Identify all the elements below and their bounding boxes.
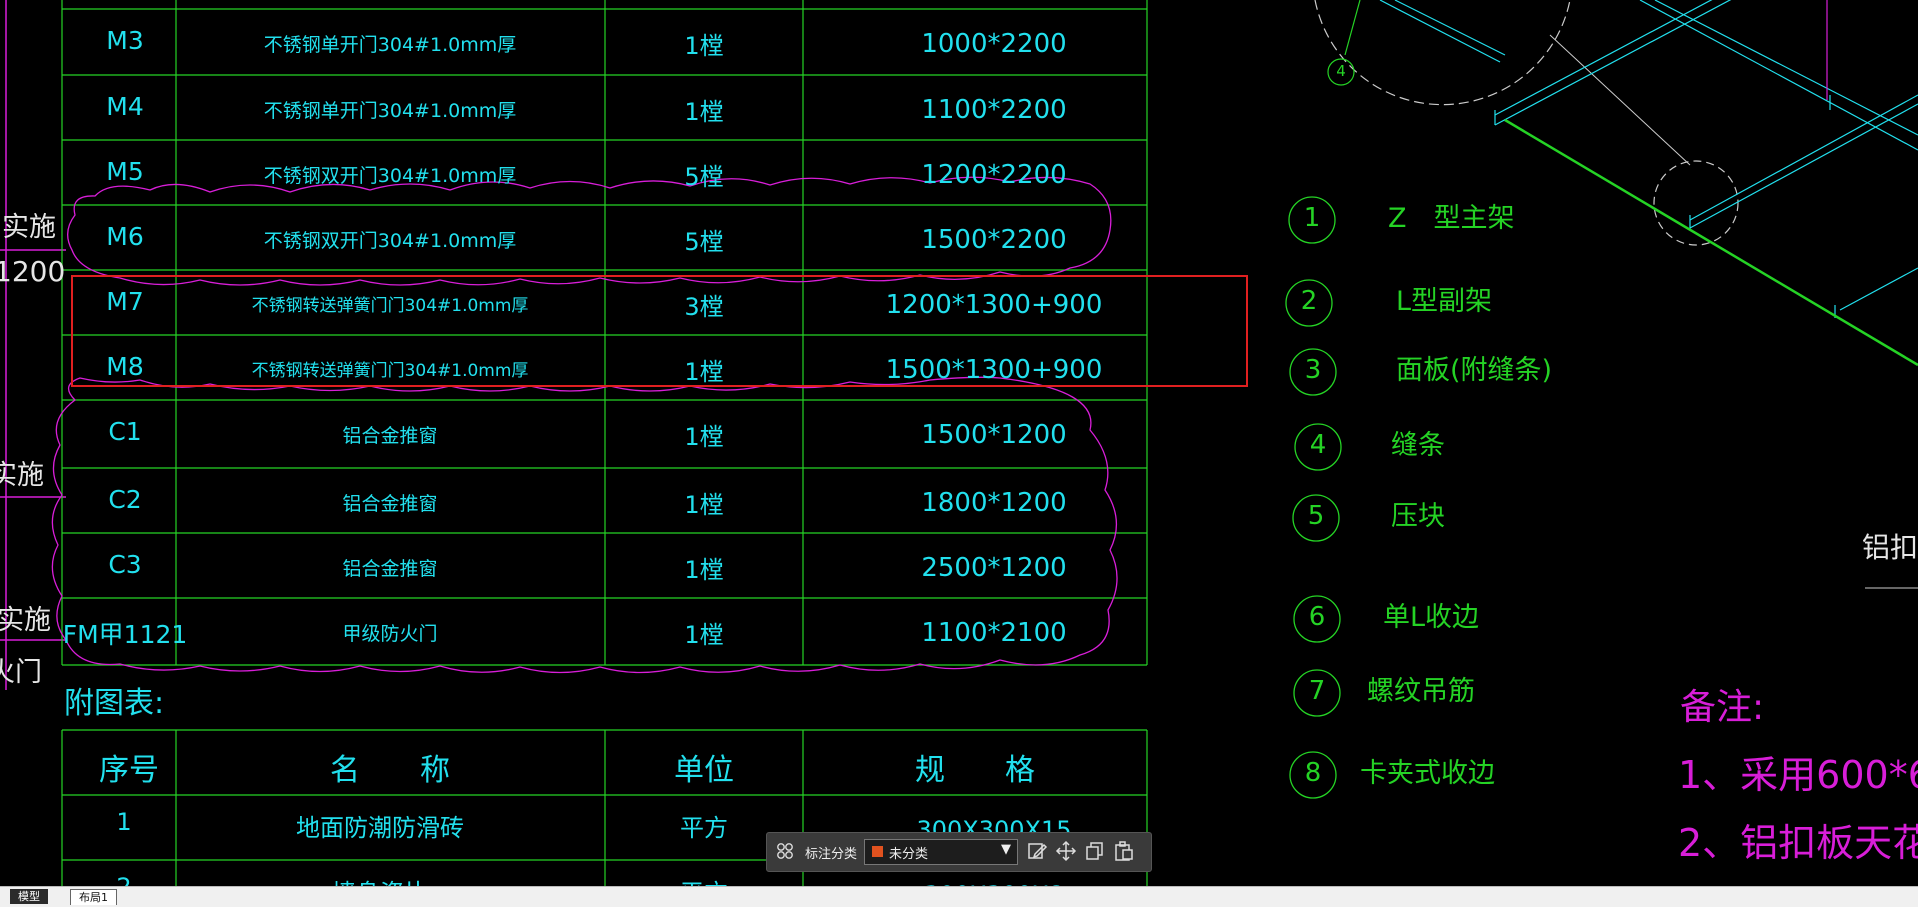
door-name: 不锈钢转送弹簧门门304#1.0mm厚: [251, 360, 529, 381]
notes-line-1: 1、采用600*6: [1678, 753, 1918, 797]
paste-icon[interactable]: [1113, 840, 1135, 862]
door-qty: 1樘: [684, 357, 724, 386]
door-qty: 1樘: [684, 490, 724, 519]
door-code: M6: [106, 221, 144, 251]
door-size: 1500*1300+900: [885, 354, 1103, 385]
annotation-category-label: 标注分类: [805, 847, 858, 862]
legend-number: 4: [1309, 430, 1327, 460]
edit-icon[interactable]: [1026, 840, 1048, 862]
door-qty: 1樘: [684, 422, 724, 451]
legend-label: 螺纹吊筋: [1367, 676, 1475, 707]
left-label-5: 火门: [0, 657, 42, 688]
category-color-swatch: [872, 846, 883, 857]
legend-label: 卡夹式收边: [1360, 758, 1495, 789]
tab-layout1[interactable]: 布局1: [70, 889, 117, 905]
appendix-no: 1: [116, 808, 132, 836]
door-qty: 1樘: [684, 31, 724, 60]
door-code: M5: [106, 156, 144, 186]
door-name: 不锈钢单开门304#1.0mm厚: [263, 33, 517, 56]
legend-label: L型副架: [1396, 286, 1493, 317]
left-label-2: 1200: [0, 255, 66, 288]
left-label-1: 实施: [2, 212, 56, 243]
door-qty: 1樘: [684, 620, 724, 649]
door-code: FM甲1121: [62, 619, 188, 649]
left-label-4: 实施: [0, 605, 51, 636]
legend-number: 6: [1308, 602, 1326, 632]
door-name: 不锈钢双开门304#1.0mm厚: [263, 164, 517, 187]
door-qty: 1樘: [684, 555, 724, 584]
door-size: 1500*2200: [921, 224, 1067, 255]
door-size: 2500*1200: [921, 552, 1067, 583]
notes-line-2: 2、铝扣板天花高: [1678, 821, 1918, 865]
door-name: 不锈钢转送弹簧门门304#1.0mm厚: [251, 295, 529, 316]
appendix-unit: 平方: [680, 814, 728, 842]
door-size: 1000*2200: [921, 28, 1067, 59]
door-qty: 5樘: [684, 162, 724, 191]
legend-number: 8: [1304, 758, 1322, 788]
door-name: 不锈钢双开门304#1.0mm厚: [263, 229, 517, 252]
legend-label: 压块: [1391, 501, 1445, 532]
door-size: 1100*2200: [921, 94, 1067, 125]
tab-model[interactable]: 模型: [10, 889, 48, 904]
appendix-header-no: 序号: [99, 753, 159, 788]
door-code: M4: [106, 91, 144, 121]
grid-icon[interactable]: [774, 840, 796, 862]
door-qty: 5樘: [684, 227, 724, 256]
annotation-category-toolbar[interactable]: 标注分类 未分类 ▼: [766, 832, 1152, 872]
annotation-category-select[interactable]: 未分类 ▼: [864, 839, 1018, 865]
door-name: 铝合金推窗: [342, 424, 438, 447]
notes-title: 备注:: [1680, 687, 1765, 728]
appendix-no: 2: [116, 873, 131, 886]
door-name: 铝合金推窗: [342, 557, 438, 580]
appendix-header-spec: 规 格: [915, 753, 1035, 788]
door-code: C1: [108, 416, 142, 446]
appendix-header-unit: 单位: [674, 753, 734, 788]
annotation-category-value: 未分类: [889, 847, 929, 862]
appendix-unit: 平方: [680, 873, 728, 886]
legend-number: 5: [1307, 501, 1325, 531]
door-code: C2: [108, 484, 142, 514]
door-code: M7: [106, 286, 144, 316]
legend-label: 单L收边: [1383, 602, 1480, 633]
legend-number: 3: [1304, 355, 1322, 385]
door-code: M3: [106, 25, 144, 55]
door-code: C3: [108, 549, 142, 579]
left-label-3: 实施: [0, 460, 44, 491]
move-icon[interactable]: [1055, 840, 1077, 862]
legend-label: 面板(附缝条): [1396, 355, 1553, 386]
door-name: 铝合金推窗: [342, 492, 438, 515]
door-size: 1100*2100: [921, 617, 1067, 648]
appendix-header-name: 名 称: [330, 753, 450, 788]
door-qty: 3樘: [684, 292, 724, 321]
legend-number: 2: [1300, 286, 1318, 316]
door-size: 1500*1200: [921, 419, 1067, 450]
door-name: 甲级防火门: [342, 622, 438, 645]
door-size: 1200*1300+900: [885, 289, 1103, 320]
door-name: 不锈钢单开门304#1.0mm厚: [263, 99, 517, 122]
chevron-down-icon: ▼: [1001, 842, 1011, 857]
appendix-name: 地面防潮防滑砖: [296, 814, 464, 842]
copy-icon[interactable]: [1084, 840, 1106, 862]
appendix-title: 附图表:: [64, 686, 165, 721]
legend-number: 7: [1308, 676, 1326, 706]
legend-label: 缝条: [1391, 430, 1445, 461]
appendix-name: 墙身瓷片: [332, 873, 428, 886]
door-qty: 1樘: [684, 97, 724, 126]
right-partial-label: 铝扣: [1862, 531, 1918, 564]
legend-number: 1: [1303, 203, 1321, 233]
detail-callout-number: 4: [1336, 62, 1346, 80]
legend-label: Z 型主架: [1388, 203, 1515, 234]
door-code: M8: [106, 351, 144, 381]
door-size: 1200*2200: [921, 159, 1067, 190]
layout-tab-bar: 模型 布局1: [0, 886, 1918, 907]
door-size: 1800*1200: [921, 487, 1067, 518]
cad-drawing-canvas[interactable]: 实施 1200 实施 实施 火门 M3 不锈钢单开门304#1.0mm厚 1樘 100…: [0, 0, 1918, 886]
